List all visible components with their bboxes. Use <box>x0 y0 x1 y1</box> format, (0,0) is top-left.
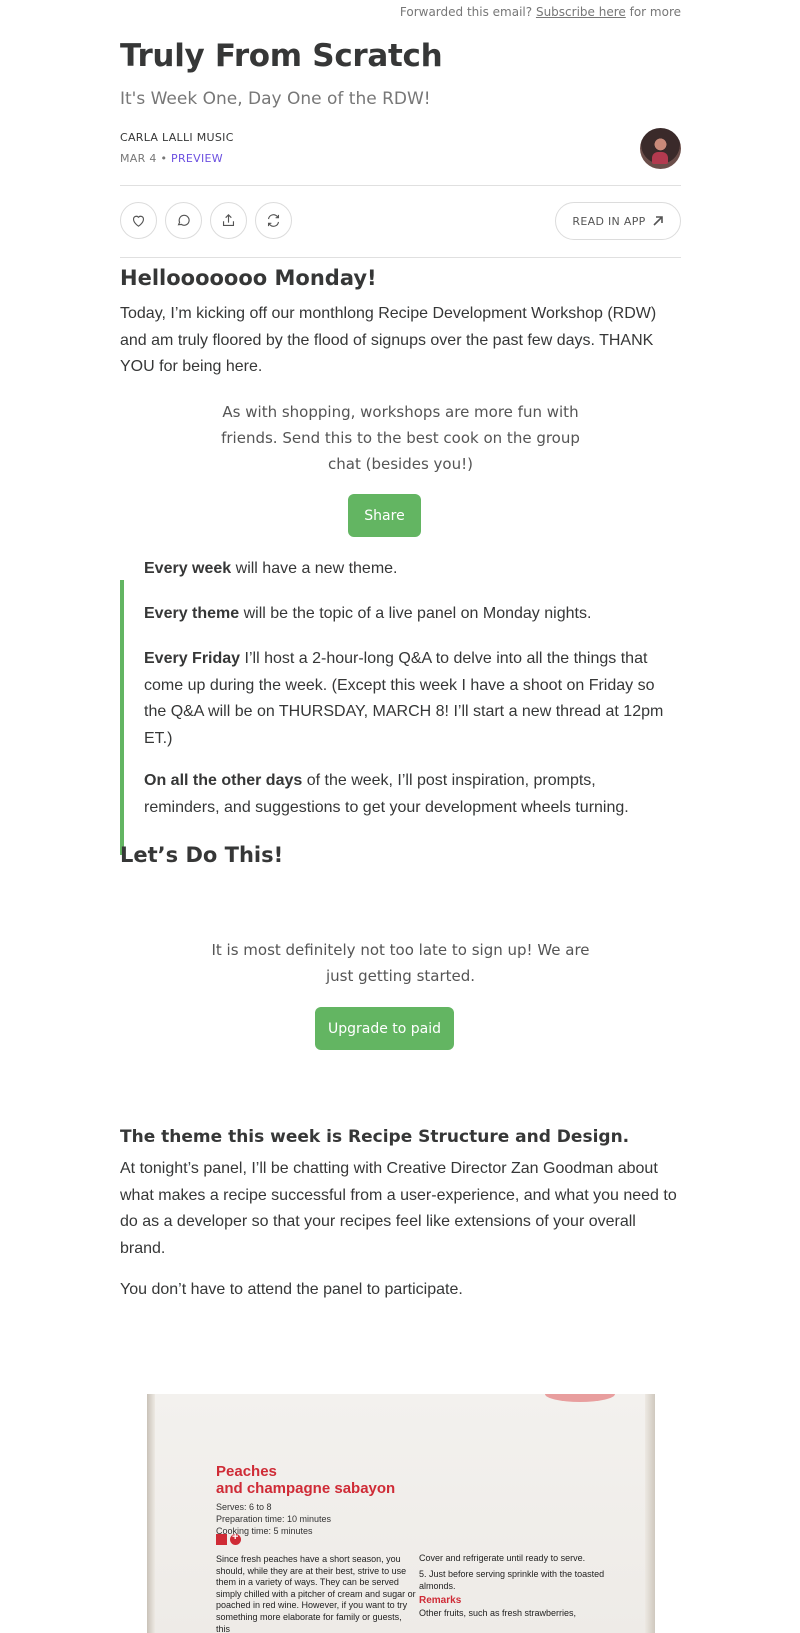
recipe-step-cover: Cover and refrigerate until ready to ser… <box>419 1553 586 1563</box>
share-icon <box>222 214 235 227</box>
quote-item-1: Every week will have a new theme. <box>144 556 674 583</box>
share-button[interactable]: Share <box>348 494 421 537</box>
quote-item-4-bold: On all the other days <box>144 772 303 789</box>
quote-item-2-bold: Every theme <box>144 605 240 622</box>
forward-prefix: Forwarded this email? <box>399 5 533 19</box>
restack-icon <box>267 214 280 227</box>
blockquote: Every week will have a new theme. Every … <box>120 560 685 855</box>
comment-icon <box>177 214 190 226</box>
recipe-prep-time: Preparation time: 10 minutes <box>216 1514 332 1524</box>
post-meta: MAR 4 • PREVIEW <box>120 152 223 165</box>
divider-top <box>120 185 681 186</box>
quote-item-2-text: will be the topic of a live panel on Mon… <box>239 605 592 622</box>
arrow-up-right-icon <box>653 216 663 226</box>
theme-heading: The theme this week is Recipe Structure … <box>120 1127 630 1147</box>
author-avatar[interactable] <box>640 128 681 169</box>
share-cta-copy: As with shopping, workshops are more fun… <box>221 403 580 473</box>
recipe-title: Peaches and champagne sabayon <box>216 1463 395 1497</box>
quote-item-1-text: will have a new theme. <box>231 560 398 577</box>
post-date: MAR 4 <box>120 152 157 165</box>
forward-suffix: for more <box>629 5 681 19</box>
preview-label: PREVIEW <box>171 152 223 165</box>
meta-separator: • <box>160 152 168 165</box>
read-in-app-button[interactable]: READ IN APP <box>555 202 681 240</box>
photo-right-edge <box>645 1394 655 1633</box>
recipe-symbols <box>216 1531 241 1545</box>
share-icon-button[interactable] <box>210 202 247 239</box>
quote-item-3-bold: Every Friday <box>144 650 241 667</box>
section-heading-monday: Hellooooooo Monday! <box>120 266 377 290</box>
author-name[interactable]: CARLA LALLI MUSIC <box>120 131 234 144</box>
post-title: Truly From Scratch <box>120 38 443 74</box>
quote-item-1-bold: Every week <box>144 560 232 577</box>
share-cta-text: As with shopping, workshops are more fun… <box>120 399 681 477</box>
photo-left-edge <box>147 1394 155 1633</box>
quote-item-3: Every Friday I’ll host a 2-hour-long Q&A… <box>144 646 674 752</box>
participation-paragraph: You don’t have to attend the panel to pa… <box>120 1281 463 1298</box>
quote-item-2: Every theme will be the topic of a live … <box>144 601 674 628</box>
recipe-remarks-text: Other fruits, such as fresh strawberries… <box>419 1608 577 1618</box>
subscribe-link[interactable]: Subscribe here <box>536 5 626 19</box>
recipe-photo: Peaches and champagne sabayon Serves: 6 … <box>147 1394 655 1633</box>
recipe-serves: Serves: 6 to 8 <box>216 1502 272 1512</box>
upgrade-button[interactable]: Upgrade to paid <box>315 1007 454 1050</box>
panel-paragraph: At tonight’s panel, I’ll be chatting wit… <box>120 1160 677 1257</box>
divider-bottom <box>120 257 681 258</box>
recipe-intro-column: Since fresh peaches have a short season,… <box>216 1554 416 1633</box>
recipe-remarks-heading: Remarks <box>419 1595 462 1606</box>
restack-button[interactable] <box>255 202 292 239</box>
recipe-steps-column: Cover and refrigerate until ready to ser… <box>419 1552 619 1619</box>
square-symbol-icon <box>216 1534 227 1545</box>
quote-item-4: On all the other days of the week, I’ll … <box>144 768 674 821</box>
intro-paragraph: Today, I’m kicking off our monthlong Rec… <box>120 305 657 375</box>
circle-cross-symbol-icon <box>230 1531 241 1545</box>
recipe-title-line-1: Peaches <box>216 1463 277 1480</box>
post-subtitle: It's Week One, Day One of the RDW! <box>120 89 431 109</box>
like-button[interactable] <box>120 202 157 239</box>
recipe-title-line-2: and champagne sabayon <box>216 1480 396 1497</box>
comment-button[interactable] <box>165 202 202 239</box>
read-in-app-label: READ IN APP <box>572 214 646 228</box>
upgrade-cta-copy: It is most definitely not too late to si… <box>211 941 590 985</box>
photo-pink-spot <box>545 1394 615 1402</box>
recipe-step-5: 5. Just before serving sprinkle with the… <box>419 1569 605 1591</box>
forward-notice: Forwarded this email? Subscribe here for… <box>400 5 681 19</box>
heart-icon <box>132 215 145 227</box>
section-heading-lets-do-this: Let’s Do This! <box>120 843 284 867</box>
upgrade-cta-text: It is most definitely not too late to si… <box>120 937 681 989</box>
